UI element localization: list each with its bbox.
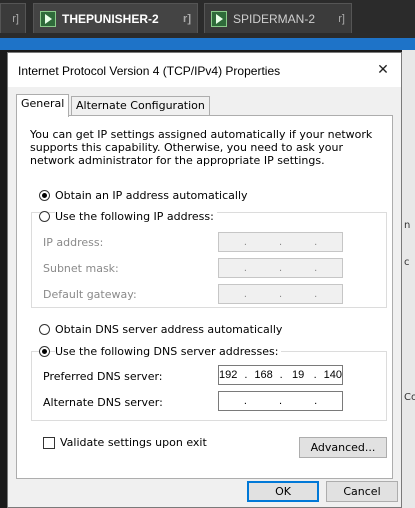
ip-auto-label[interactable]: Obtain an IP address automatically: [55, 189, 248, 202]
advanced-button[interactable]: Advanced...: [299, 437, 387, 458]
preferred-dns-label: Preferred DNS server:: [43, 370, 163, 383]
ip-manual-label[interactable]: Use the following IP address:: [55, 210, 217, 223]
remote-desktop-icon: [211, 11, 227, 27]
general-panel: You can get IP settings assigned automat…: [16, 115, 393, 479]
ip-auto-radio[interactable]: [39, 190, 50, 201]
default-gateway-label: Default gateway:: [43, 288, 137, 301]
tab-label: THEPUNISHER-2: [62, 12, 159, 26]
dialog-title: Internet Protocol Version 4 (TCP/IPv4) P…: [18, 64, 281, 78]
cancel-button[interactable]: Cancel: [326, 481, 398, 502]
validate-label[interactable]: Validate settings upon exit: [60, 436, 207, 449]
background-window: [402, 50, 415, 508]
ip-manual-radio[interactable]: [39, 211, 50, 222]
tab-mark: r]: [338, 13, 345, 25]
desktop-bar: [0, 38, 415, 50]
default-gateway-field[interactable]: ...: [218, 284, 343, 304]
description-text: You can get IP settings assigned automat…: [30, 128, 373, 167]
subnet-mask-label: Subnet mask:: [43, 262, 119, 275]
ip-address-field[interactable]: ...: [218, 232, 343, 252]
dns-auto-radio[interactable]: [39, 324, 50, 335]
tab-previous[interactable]: r]: [0, 3, 26, 33]
dns-auto-label[interactable]: Obtain DNS server address automatically: [55, 323, 282, 336]
validate-checkbox[interactable]: [43, 437, 55, 449]
background-text: Co: [404, 392, 415, 403]
tab-label: SPIDERMAN-2: [233, 12, 316, 26]
background-text: c: [404, 257, 410, 268]
ip-address-label: IP address:: [43, 236, 104, 249]
tab-mark: r]: [183, 13, 191, 25]
tab-spiderman[interactable]: SPIDERMAN-2 r]: [204, 3, 352, 33]
tab-general[interactable]: General: [16, 94, 70, 117]
close-icon[interactable]: ✕: [369, 57, 397, 83]
remote-desktop-icon: [40, 11, 56, 27]
tab-mark: r]: [12, 13, 19, 25]
preferred-dns-field[interactable]: 192. 168. 19. 140: [218, 365, 343, 385]
tab-alternate-configuration[interactable]: Alternate Configuration: [71, 96, 210, 116]
alternate-dns-label: Alternate DNS server:: [43, 396, 163, 409]
ok-button[interactable]: OK: [247, 481, 319, 502]
alternate-dns-field[interactable]: ...: [218, 391, 343, 411]
dns-manual-label[interactable]: Use the following DNS server addresses:: [55, 345, 282, 358]
tab-thepunisher[interactable]: THEPUNISHER-2 r]: [33, 3, 198, 33]
subnet-mask-field[interactable]: ...: [218, 258, 343, 278]
ipv4-properties-dialog: Internet Protocol Version 4 (TCP/IPv4) P…: [7, 52, 402, 508]
background-text: n: [404, 220, 411, 231]
remote-tab-strip: r] THEPUNISHER-2 r] SPIDERMAN-2 r]: [0, 0, 415, 38]
title-bar: Internet Protocol Version 4 (TCP/IPv4) P…: [8, 53, 401, 87]
dns-manual-radio[interactable]: [39, 346, 50, 357]
